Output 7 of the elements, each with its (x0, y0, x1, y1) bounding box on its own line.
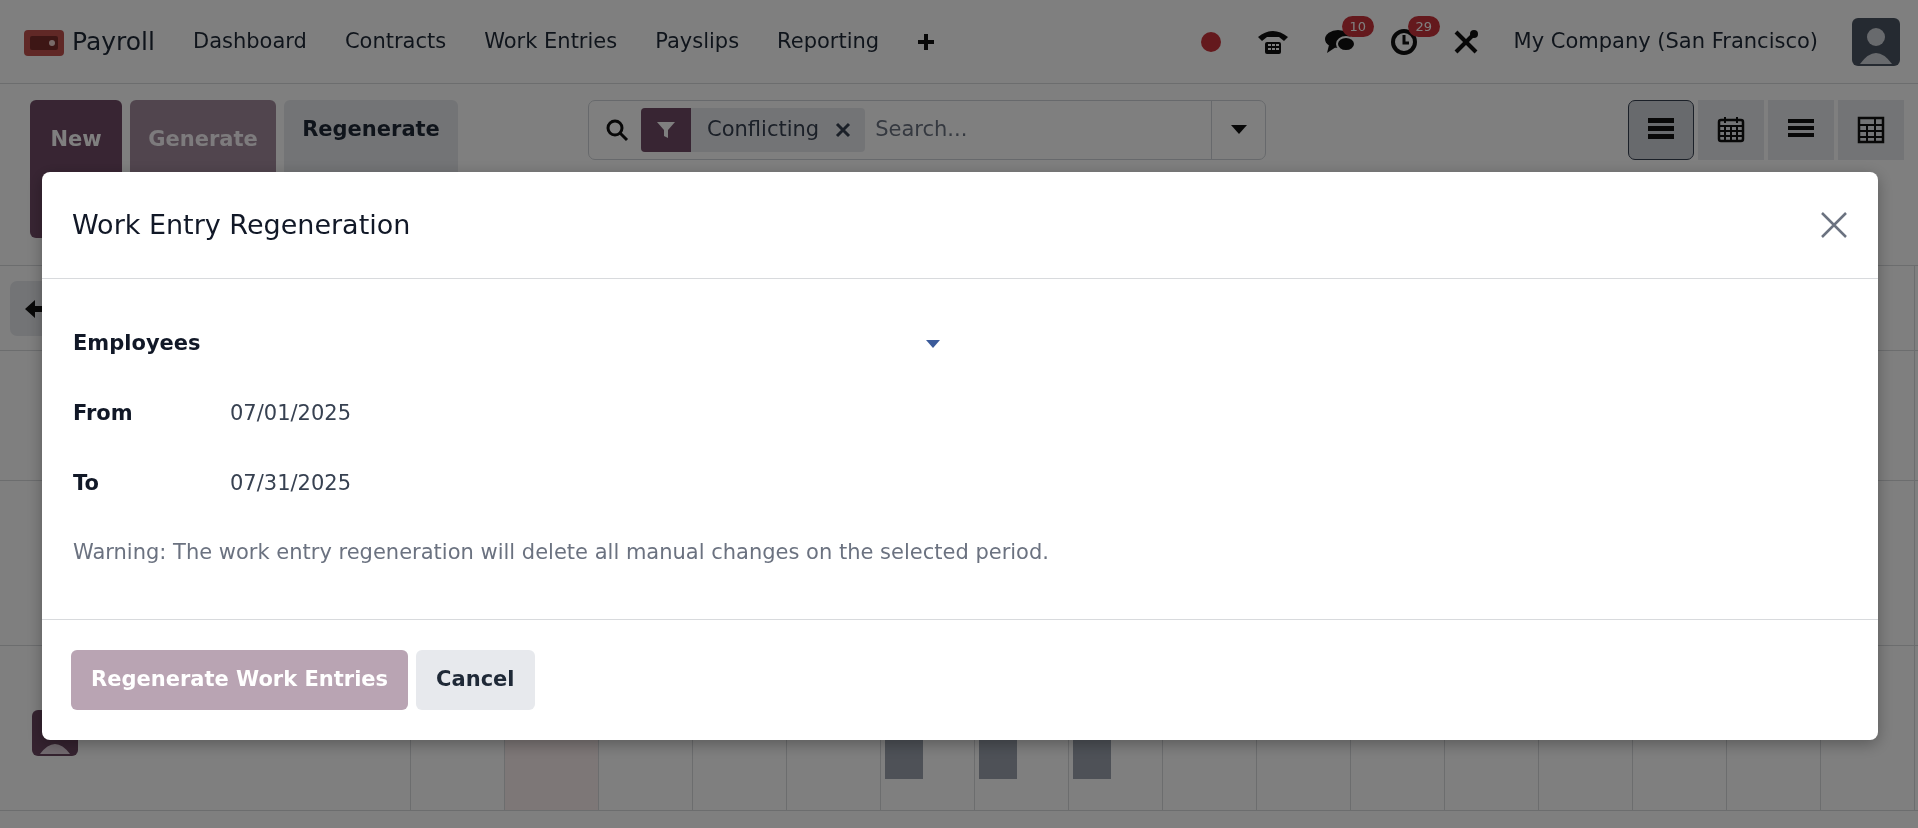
count-badge: 10 (1341, 15, 1375, 38)
field-label: From (73, 400, 134, 428)
facet-label: Conflicting (706, 116, 821, 144)
count-badge: 29 (1407, 15, 1441, 38)
warning-text: Warning: The work entry regeneration will delete all manual changes on the selected period. (73, 539, 1050, 566)
field-label: To (73, 470, 100, 498)
field-label: Employees (73, 330, 202, 358)
